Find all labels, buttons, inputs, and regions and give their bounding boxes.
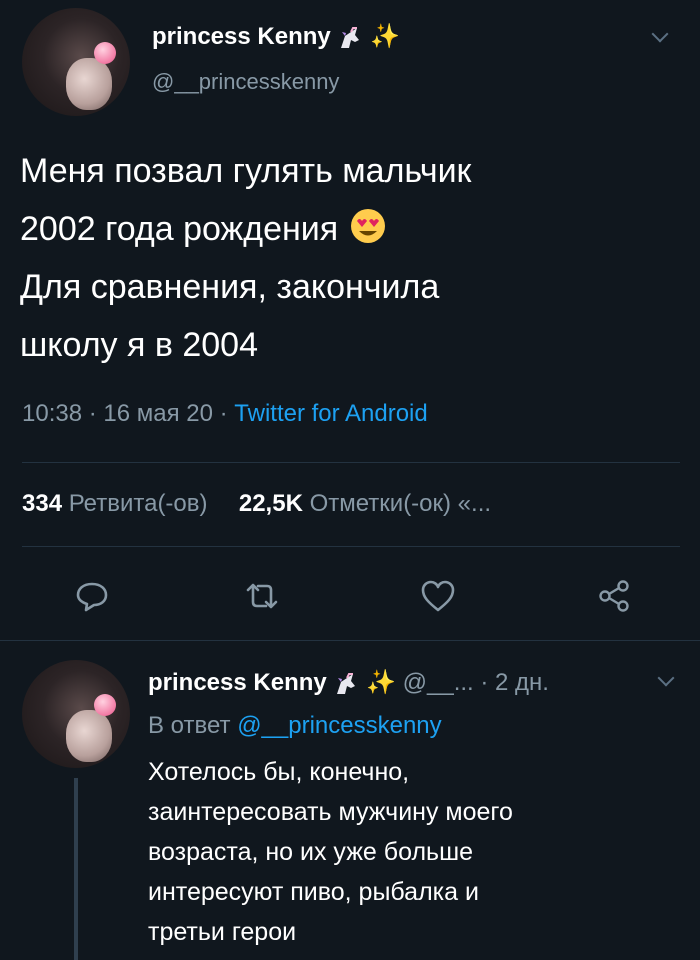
avatar[interactable]	[22, 8, 130, 116]
thread-line	[74, 778, 78, 960]
reply-button[interactable]	[72, 576, 112, 616]
retweets-count: 334	[22, 490, 63, 517]
reply-to-prefix: В ответ	[148, 712, 231, 739]
tweet-source-link[interactable]: Twitter for Android	[234, 400, 427, 427]
tweet-line: 2002 года рождения	[20, 210, 339, 248]
likes-label: Отметки(-ок) «...	[309, 490, 492, 517]
reply-age[interactable]: · 2 дн.	[480, 669, 549, 696]
reply-handle[interactable]: @__...	[403, 669, 474, 696]
tweet-line-with-emoji: 2002 года рождения	[20, 200, 680, 258]
retweets-stat[interactable]: 334 Ретвита(-ов)	[22, 490, 214, 517]
display-name[interactable]: princess Kenny ✨	[152, 22, 400, 52]
retweet-button[interactable]	[242, 576, 282, 616]
tweet-meta: 10:38 · 16 мая 20 · Twitter for Android	[22, 398, 428, 430]
meta-separator: ·	[212, 400, 235, 427]
unicorn-icon	[337, 26, 363, 50]
reply-line: возраста, но их уже больше	[148, 838, 474, 866]
share-icon	[599, 580, 629, 612]
like-button[interactable]	[418, 576, 458, 616]
reply-line: интересуют пиво, рыбалка и	[148, 878, 479, 906]
sparkles-icon: ✨	[370, 23, 400, 50]
reply-display-name[interactable]: princess Kenny	[148, 669, 327, 696]
reply-text: Хотелось бы, конечно, заинтересовать муж…	[148, 752, 688, 952]
user-handle[interactable]: @__princesskenny	[152, 68, 339, 96]
reply-line: заинтересовать мужчину моего	[148, 798, 513, 826]
divider	[22, 462, 680, 463]
tweet-line: Меня позвал гулять мальчик	[20, 152, 472, 190]
share-button[interactable]	[594, 576, 634, 616]
unicorn-icon	[333, 672, 359, 696]
tweet-time[interactable]: 10:38	[22, 400, 82, 427]
reply-icon	[76, 582, 108, 612]
heart-eyes-emoji-icon	[348, 206, 388, 246]
display-name-text: princess Kenny	[152, 23, 331, 50]
likes-stat[interactable]: 22,5K Отметки(-ок) «...	[239, 490, 491, 517]
retweets-label: Ретвита(-ов)	[68, 490, 208, 517]
chevron-down-icon[interactable]	[651, 25, 669, 43]
retweet-icon	[246, 583, 278, 609]
divider	[0, 640, 700, 641]
reply-to: В ответ @__princesskenny	[148, 710, 442, 742]
tweet-text: Меня позвал гулять мальчик 2002 года рож…	[20, 142, 680, 374]
reply-header: princess Kenny ✨ @__... · 2 дн.	[148, 668, 549, 698]
tweet-line: школу я в 2004	[20, 326, 258, 364]
chevron-down-icon[interactable]	[657, 669, 675, 687]
reply-line: третьи герои	[148, 918, 297, 946]
reply-line: Хотелось бы, конечно,	[148, 758, 410, 786]
tweet-date[interactable]: 16 мая 20	[103, 400, 213, 427]
meta-separator: ·	[82, 400, 104, 427]
reply-avatar[interactable]	[22, 660, 130, 768]
tweet-line: Для сравнения, закончила	[20, 268, 440, 306]
tweet-stats: 334 Ретвита(-ов) 22,5K Отметки(-ок) «...	[22, 488, 491, 520]
sparkles-icon: ✨	[366, 669, 396, 696]
like-icon	[421, 580, 455, 612]
divider	[22, 546, 680, 547]
reply-to-handle-link[interactable]: @__princesskenny	[237, 712, 441, 739]
likes-count: 22,5K	[238, 490, 303, 517]
